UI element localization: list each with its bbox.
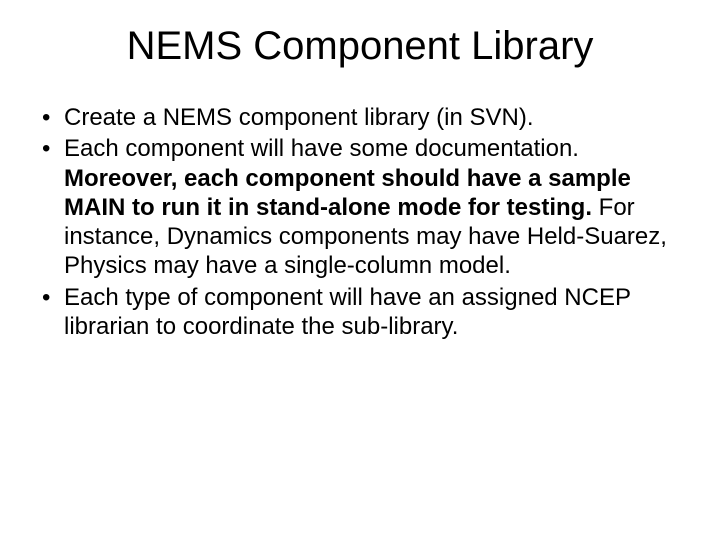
slide-title: NEMS Component Library [38,24,682,69]
bullet-text-bold: Moreover, each component should have a s… [64,165,631,221]
bullet-list: Create a NEMS component library (in SVN)… [38,103,682,341]
list-item: Create a NEMS component library (in SVN)… [64,103,682,132]
list-item: Each type of component will have an assi… [64,283,682,342]
list-item: Each component will have some documentat… [64,134,682,280]
bullet-text-plain: Each component will have some documentat… [64,135,579,162]
slide: NEMS Component Library Create a NEMS com… [0,0,720,540]
